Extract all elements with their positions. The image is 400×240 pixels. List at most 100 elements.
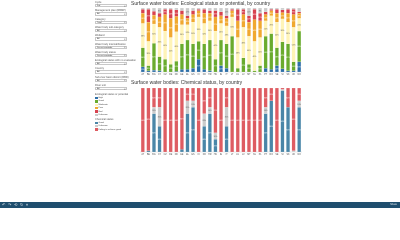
bar-segment-ES-5[interactable] <box>191 7 195 11</box>
bar-data-label: 48% <box>241 42 245 44</box>
bar-segment-EE-0[interactable] <box>180 69 184 73</box>
x-tick-label: AT <box>141 73 144 76</box>
bar-data-label: 48% <box>208 55 212 57</box>
bar-segment-FR-4[interactable] <box>202 9 207 14</box>
bar-segment-IT-0[interactable] <box>224 68 229 73</box>
bar-segment-FR-5[interactable] <box>202 7 207 10</box>
bar-segment-NO-4[interactable] <box>297 11 302 14</box>
share-button[interactable]: Share <box>390 203 397 206</box>
bar-data-label: 100% <box>258 120 263 122</box>
bar-segment-LT-4[interactable] <box>230 9 234 11</box>
bar-segment-PT-4[interactable] <box>263 11 268 15</box>
bar-segment-HR-5[interactable] <box>208 7 212 11</box>
bar-segment-LU-5[interactable] <box>235 7 240 10</box>
bar-segment-HR-4[interactable] <box>208 10 212 14</box>
bar-segment-BE-5[interactable] <box>146 7 151 10</box>
bar-segment-SE-5[interactable] <box>275 7 279 10</box>
bar-data-label: 20% <box>163 65 167 67</box>
bar-segment-EL-4[interactable] <box>185 15 190 19</box>
refresh-icon[interactable]: ↻ <box>20 203 23 207</box>
x-tick-label: DE <box>169 74 173 76</box>
bar-segment-SK-4[interactable] <box>286 9 290 14</box>
bar-segment-BG-5[interactable] <box>152 7 156 12</box>
bar-data-label: 10% <box>297 104 301 106</box>
bar-segment-BG-4[interactable] <box>152 11 156 16</box>
bar-segment-IE-4[interactable] <box>219 11 223 16</box>
bar-data-label: 14% <box>275 17 279 19</box>
bar-data-label: 16% <box>158 22 162 24</box>
redo-icon[interactable]: ↷ <box>8 203 11 207</box>
bar-data-label: 40% <box>202 101 206 103</box>
bar-segment-RO-0[interactable] <box>269 69 274 73</box>
bar-segment-SE-4[interactable] <box>275 9 279 14</box>
bar-segment-NO-5[interactable] <box>297 7 302 12</box>
bar-data-label: 100% <box>140 120 145 122</box>
bar-segment-SI-0[interactable] <box>280 68 285 73</box>
bar-segment-HU-5[interactable] <box>213 7 218 11</box>
bar-segment-UK-0[interactable] <box>291 70 296 73</box>
bar-segment-SI-1[interactable] <box>280 89 285 91</box>
bar-segment-PT-5[interactable] <box>263 7 268 12</box>
bar-segment-DE-5[interactable] <box>168 7 173 10</box>
bar-segment-EE-5[interactable] <box>180 7 184 11</box>
bar-segment-RO-5[interactable] <box>269 7 274 10</box>
bar-segment-AT-5[interactable] <box>140 7 145 10</box>
bar-data-label: 22% <box>214 24 218 26</box>
bar-segment-BE-0[interactable] <box>146 150 151 153</box>
bar-data-label: 40% <box>202 56 206 58</box>
bar-segment-LV-5[interactable] <box>241 7 246 10</box>
bar-segment-BE-0[interactable] <box>146 70 151 73</box>
x-tick-label: BE <box>147 154 151 156</box>
bar-data-label: 100% <box>174 120 179 122</box>
bar-data-label: 10% <box>264 17 268 19</box>
bar-data-label: 20% <box>297 24 301 26</box>
bar-segment-DK-5[interactable] <box>174 7 179 10</box>
bar-data-label: 20% <box>214 145 218 147</box>
bar-segment-ES-4[interactable] <box>191 10 195 15</box>
bar-segment-SI-2[interactable] <box>280 87 285 90</box>
bar-segment-EE-0[interactable] <box>180 149 184 153</box>
bar-segment-CY-0[interactable] <box>157 70 162 73</box>
bar-segment-SI-5[interactable] <box>280 7 285 10</box>
bar-segment-CZ-5[interactable] <box>163 7 167 10</box>
bar-segment-NL-5[interactable] <box>252 7 257 10</box>
bar-data-label: 20% <box>186 94 190 96</box>
bar-data-label: 100% <box>163 120 168 122</box>
bar-data-label: 100% <box>196 120 201 122</box>
bar-segment-RO-4[interactable] <box>269 9 274 11</box>
bar-segment-AT-4[interactable] <box>140 9 145 14</box>
bar-segment-DK-0[interactable] <box>174 71 179 73</box>
bar-segment-CY-4[interactable] <box>157 13 162 18</box>
bar-segment-EE-4[interactable] <box>180 10 184 15</box>
bar-segment-ES-0[interactable] <box>191 68 195 73</box>
bar-segment-SI-4[interactable] <box>280 9 285 13</box>
bar-segment-SK-0[interactable] <box>286 70 290 73</box>
pause-icon[interactable]: ⏸ <box>26 203 28 207</box>
bar-segment-FR-0[interactable] <box>202 69 207 73</box>
x-tick-label: IE <box>220 154 223 156</box>
bar-segment-EL-0[interactable] <box>185 69 190 73</box>
bar-segment-LT-5[interactable] <box>230 7 234 10</box>
bar-segment-LU-1[interactable] <box>235 68 240 73</box>
bar-segment-UK-5[interactable] <box>291 7 296 10</box>
bar-data-label: 10% <box>264 110 268 112</box>
bar-segment-SK-5[interactable] <box>286 7 290 10</box>
bar-segment-PT-0[interactable] <box>263 68 268 73</box>
bar-data-label: 30% <box>146 31 150 33</box>
x-tick-label: IT <box>226 74 229 76</box>
bar-segment-HR-0[interactable] <box>208 70 212 73</box>
bar-segment-FI-5[interactable] <box>196 7 201 10</box>
bar-segment-IE-5[interactable] <box>219 7 223 12</box>
revert-icon[interactable]: ⟲ <box>14 203 17 207</box>
bar-data-label: 20% <box>186 107 190 109</box>
bar-data-label: 10% <box>191 104 195 106</box>
bar-data-label: 32% <box>202 33 206 35</box>
bar-segment-NL-1[interactable] <box>252 70 257 73</box>
bar-segment-IT-4[interactable] <box>224 15 229 19</box>
undo-icon[interactable]: ↶ <box>2 203 5 207</box>
bar-data-label: 60% <box>264 133 268 135</box>
bar-segment-UK-1[interactable] <box>291 150 296 153</box>
bar-segment-BG-0[interactable] <box>152 70 156 73</box>
bar-data-label: 34% <box>191 33 195 35</box>
bar-segment-FI-4[interactable] <box>196 9 201 11</box>
